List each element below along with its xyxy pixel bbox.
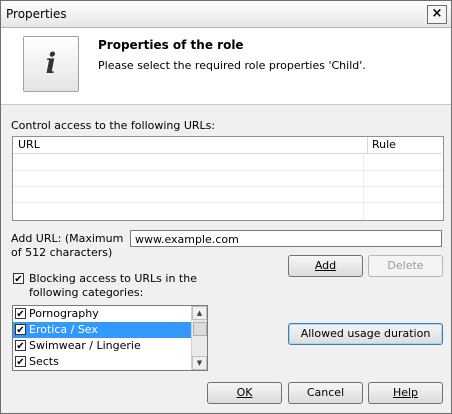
ok-button-label: OK (236, 386, 253, 399)
blocking-label-line1: Blocking access to URLs in the (29, 272, 197, 285)
dialog-header: i Properties of the role Please select t… (1, 28, 451, 105)
add-url-label-line1: Add URL: (Maximum (11, 232, 124, 245)
url-access-label: Control access to the following URLs: (11, 119, 216, 132)
ok-button[interactable]: OK (207, 382, 282, 404)
info-icon: i (23, 36, 79, 92)
allowed-usage-duration-label: Allowed usage duration (300, 327, 431, 340)
close-icon[interactable]: × (432, 6, 443, 21)
table-row-divider (13, 186, 443, 187)
cancel-button-label: Cancel (306, 386, 345, 399)
category-checkbox[interactable]: ✔ (15, 324, 26, 336)
category-label: Swimwear / Lingerie (29, 339, 141, 352)
category-checkbox[interactable]: ✔ (15, 356, 26, 368)
window-title: Properties (6, 7, 67, 21)
title-bar[interactable]: Properties × (1, 1, 451, 28)
table-column-divider (363, 154, 364, 220)
category-checkbox[interactable]: ✔ (15, 308, 26, 320)
header-subtitle: Please select the required role properti… (98, 59, 366, 72)
header-title: Properties of the role (98, 38, 244, 52)
add-url-input[interactable]: www.example.com (130, 230, 442, 247)
category-label: Erotica / Sex (29, 323, 98, 336)
scroll-thumb[interactable] (193, 322, 207, 336)
close-button[interactable]: × (427, 5, 447, 24)
scroll-up-icon[interactable]: ▲ (192, 306, 207, 320)
add-url-label-line2: of 512 characters) (11, 246, 113, 259)
delete-button[interactable]: Delete (368, 255, 443, 277)
cancel-button[interactable]: Cancel (288, 382, 363, 404)
help-button-label: Help (392, 386, 419, 399)
scroll-down-icon[interactable]: ▼ (192, 356, 207, 370)
category-scrollbar[interactable]: ▲ ▼ (191, 306, 207, 370)
list-item[interactable]: ✔ Pornography (13, 306, 191, 322)
blocking-label-line2: following categories: (29, 286, 144, 299)
allowed-usage-duration-button[interactable]: Allowed usage duration (288, 323, 443, 345)
category-label: Sects (29, 355, 59, 368)
url-table[interactable]: URL Rule (12, 136, 444, 221)
rule-column-header[interactable]: Rule (368, 137, 442, 154)
table-row-divider (13, 202, 443, 203)
info-icon-glyph: i (45, 47, 57, 80)
category-checkbox[interactable]: ✔ (15, 340, 26, 352)
delete-button-label: Delete (387, 259, 424, 272)
list-item[interactable]: ✔ Swimwear / Lingerie (13, 338, 191, 354)
add-button[interactable]: Add (288, 255, 363, 277)
table-row-divider (13, 170, 443, 171)
url-column-header[interactable]: URL (13, 137, 368, 154)
properties-dialog: Properties × i Properties of the role Pl… (0, 0, 452, 414)
help-button[interactable]: Help (368, 382, 443, 404)
add-button-label: Add (314, 259, 337, 272)
category-label: Pornography (29, 307, 99, 320)
category-list[interactable]: ✔ Pornography ✔ Erotica / Sex ✔ Swimwear… (12, 305, 208, 371)
list-item[interactable]: ✔ Erotica / Sex (13, 322, 191, 338)
blocking-checkbox[interactable]: ✔ (13, 273, 24, 285)
list-item[interactable]: ✔ Sects (13, 354, 191, 370)
